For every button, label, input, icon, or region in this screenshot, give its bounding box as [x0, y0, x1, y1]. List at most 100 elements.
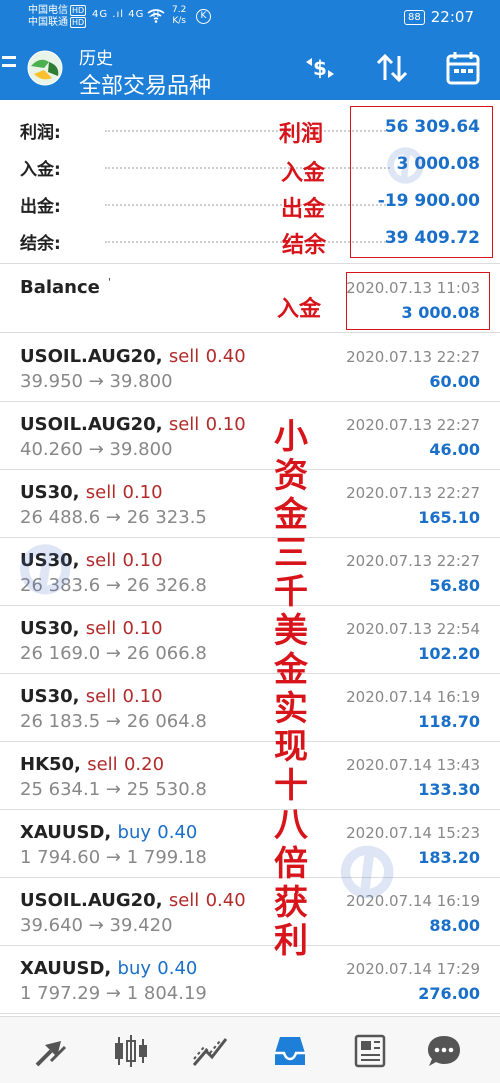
- speed-value: 7.2: [172, 5, 187, 15]
- trade-title: HK50, sell 0.20: [20, 754, 164, 775]
- trade-time: 2020.07.13 22:27: [346, 484, 480, 502]
- open-price: 40.260: [20, 439, 83, 460]
- calendar-button[interactable]: [443, 48, 483, 88]
- nav-news[interactable]: [350, 1031, 390, 1071]
- trade-symbol: US30,: [20, 686, 80, 707]
- trade-profit: 133.30: [418, 780, 480, 799]
- annotation-label: 结余: [282, 232, 327, 258]
- trade-time: 2020.07.13 22:27: [346, 416, 480, 434]
- symbol-filter[interactable]: 全部交易品种: [79, 68, 211, 100]
- trade-side: sell: [168, 414, 200, 435]
- close-price: 26 323.5: [126, 507, 207, 528]
- menu-icon[interactable]: [2, 56, 16, 76]
- trade-row[interactable]: USOIL.AUG20, sell 0.40 39.950 → 39.800 202…: [0, 334, 500, 402]
- trade-volume: 0.40: [205, 346, 246, 367]
- leader-dots: [105, 130, 390, 132]
- balance-mark: ': [108, 277, 111, 288]
- trade-title: USOIL.AUG20, sell 0.10: [20, 414, 246, 435]
- trade-title: US30, sell 0.10: [20, 686, 163, 707]
- summary-label: 入金:: [20, 160, 61, 180]
- trade-row[interactable]: XAUUSD, buy 0.40 1 794.60 → 1 799.18 2020.…: [0, 810, 500, 878]
- trade-title: US30, sell 0.10: [20, 482, 163, 503]
- arrow-right-icon: →: [105, 983, 121, 1004]
- trade-symbol: USOIL.AUG20,: [20, 414, 163, 435]
- candlestick-icon: [115, 1035, 147, 1067]
- trade-title: USOIL.AUG20, sell 0.40: [20, 346, 246, 367]
- annotation-label: 入金: [281, 160, 326, 186]
- app-bar: 历史 全部交易品种 $: [0, 34, 500, 100]
- arrow-right-icon: →: [105, 847, 121, 868]
- balance-label: Balance: [20, 277, 100, 298]
- trade-title: XAUUSD, buy 0.40: [20, 958, 197, 979]
- trade-row[interactable]: USOIL.AUG20, sell 0.10 40.260 → 39.800 202…: [0, 402, 500, 470]
- trade-title: US30, sell 0.10: [20, 618, 163, 639]
- trade-row[interactable]: US30, sell 0.10 26 383.6 → 26 326.8 2020.0…: [0, 538, 500, 606]
- trade-volume: 0.10: [205, 414, 246, 435]
- annotation-char: 十: [274, 766, 308, 807]
- open-price: 1 794.60: [20, 847, 101, 868]
- close-price: 1 799.18: [126, 847, 207, 868]
- close-price: 26 326.8: [126, 575, 207, 596]
- nav-history[interactable]: [270, 1031, 310, 1071]
- close-price: 26 064.8: [126, 711, 207, 732]
- annotation-char: 资: [274, 455, 308, 496]
- open-price: 26 488.6: [20, 507, 101, 528]
- trade-prices: 39.950 → 39.800: [20, 371, 173, 392]
- trade-time: 2020.07.14 16:19: [346, 892, 480, 910]
- open-price: 26 169.0: [20, 643, 101, 664]
- trade-side: sell: [85, 618, 117, 639]
- trade-volume: 0.40: [205, 890, 246, 911]
- trade-prices: 26 383.6 → 26 326.8: [20, 575, 207, 596]
- trade-prices: 1 797.29 → 1 804.19: [20, 983, 207, 1004]
- nav-chart[interactable]: [111, 1031, 151, 1071]
- close-price: 39.800: [109, 371, 173, 392]
- trade-title: USOIL.AUG20, sell 0.40: [20, 890, 246, 911]
- trade-time: 2020.07.13 22:27: [346, 348, 480, 366]
- trade-row[interactable]: USOIL.AUG20, sell 0.40 39.640 → 39.420 202…: [0, 878, 500, 946]
- dollar-swap-icon: $: [306, 56, 334, 80]
- annotation-char: 倍: [274, 843, 308, 884]
- trade-prices: 1 794.60 → 1 799.18: [20, 847, 207, 868]
- app-logo-icon[interactable]: [22, 46, 68, 90]
- trade-row[interactable]: US30, sell 0.10 26 183.5 → 26 064.8 2020.0…: [0, 674, 500, 742]
- sort-button[interactable]: [372, 48, 412, 88]
- arrow-right-icon: →: [88, 439, 104, 460]
- trade-time: 2020.07.13 22:54: [346, 620, 480, 638]
- carrier-2: 中国联通: [28, 17, 68, 28]
- annotation-label: 利润: [279, 121, 324, 147]
- nav-messages[interactable]: [424, 1031, 464, 1071]
- annotation-char: 实: [274, 688, 308, 729]
- open-price: 39.950: [20, 371, 83, 392]
- arrow-right-icon: →: [105, 643, 121, 664]
- trade-volume: 0.40: [157, 958, 198, 979]
- nav-trade[interactable]: [190, 1031, 230, 1071]
- trade-prices: 25 634.1 → 25 530.8: [20, 779, 207, 800]
- annotation-char: 金: [274, 494, 308, 535]
- arrow-right-icon: →: [105, 779, 121, 800]
- open-price: 39.640: [20, 915, 83, 936]
- trade-symbol: US30,: [20, 550, 80, 571]
- nav-quotes[interactable]: [31, 1031, 71, 1071]
- wifi-icon: [147, 9, 165, 23]
- network-speed: 7.2 K/s: [172, 5, 186, 27]
- trade-row[interactable]: HK50, sell 0.20 25 634.1 → 25 530.8 2020.0…: [0, 742, 500, 810]
- chat-bubble-icon: [428, 1036, 460, 1066]
- trade-prices: 39.640 → 39.420: [20, 915, 173, 936]
- trade-row[interactable]: US30, sell 0.10 26 169.0 → 26 066.8 2020.0…: [0, 606, 500, 674]
- trade-volume: 0.10: [122, 686, 163, 707]
- trade-side: sell: [168, 890, 200, 911]
- arrow-right-icon: →: [88, 915, 104, 936]
- trade-volume: 0.40: [157, 822, 198, 843]
- trade-time: 2020.07.14 15:23: [346, 824, 480, 842]
- currency-exchange-button[interactable]: $: [300, 48, 340, 88]
- calendar-icon: [446, 52, 480, 85]
- arrow-right-icon: →: [105, 575, 121, 596]
- trade-time: 2020.07.14 13:43: [346, 756, 480, 774]
- trade-side: sell: [85, 686, 117, 707]
- trade-row[interactable]: US30, sell 0.10 26 488.6 → 26 323.5 2020.0…: [0, 470, 500, 538]
- trade-profit: 60.00: [429, 372, 480, 391]
- trade-row[interactable]: XAUUSD, buy 0.40 1 797.29 → 1 804.19 2020.…: [0, 946, 500, 1014]
- arrow-right-icon: →: [105, 711, 121, 732]
- leader-dots: [105, 241, 390, 243]
- svg-text:$: $: [313, 56, 327, 80]
